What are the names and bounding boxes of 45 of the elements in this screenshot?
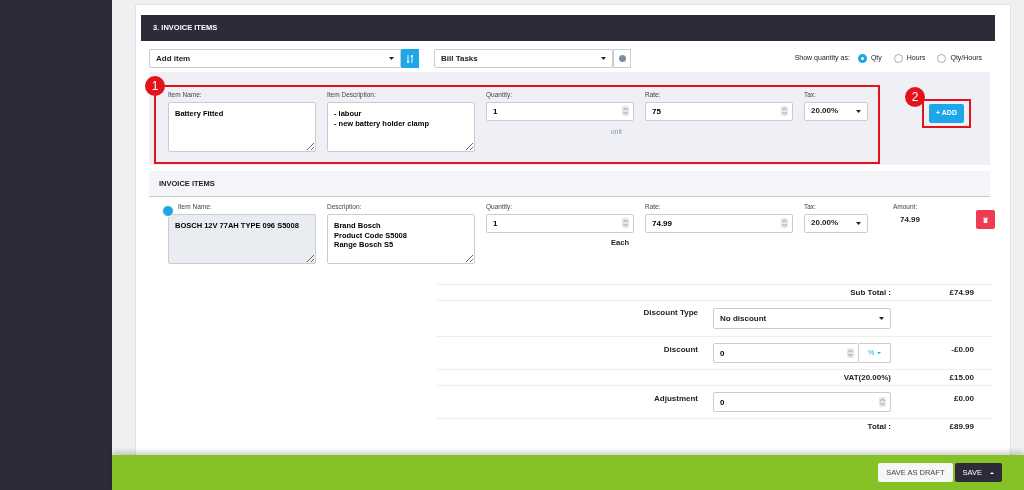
trash-icon: [983, 216, 988, 223]
tax-select[interactable]: 20.00%: [804, 213, 868, 233]
caret-icon: [879, 317, 884, 320]
total-amount: -£0.00: [951, 344, 974, 356]
number-field[interactable]: 0: [713, 392, 891, 412]
number-field[interactable]: 74.99: [645, 213, 793, 233]
total-label: VAT(20.00%): [842, 371, 891, 384]
spinner-icon[interactable]: [781, 218, 788, 229]
total-label: Adjustment: [653, 393, 698, 405]
caret-icon: [601, 57, 606, 60]
total-label: Discount: [662, 344, 698, 356]
total-label: Total :: [866, 420, 891, 433]
step-badge: 2: [905, 87, 925, 107]
number-field[interactable]: 75: [645, 101, 793, 121]
number-field[interactable]: 1: [486, 101, 634, 121]
total-label: Discount Type: [642, 307, 698, 319]
total-amount: £0.00: [953, 393, 974, 405]
caret-icon: [389, 57, 394, 60]
discount-type-select[interactable]: No discount: [713, 308, 891, 329]
step-badge: 1: [145, 76, 165, 96]
add-item-select[interactable]: Add item: [149, 49, 401, 68]
caret-icon: [856, 109, 861, 113]
caret-icon: [990, 471, 994, 474]
tax-select[interactable]: 20.00%: [804, 101, 868, 121]
total-amount: £15.00: [949, 371, 974, 384]
delete-button[interactable]: [976, 210, 995, 229]
sort-button[interactable]: [401, 49, 419, 68]
number-field[interactable]: 1: [486, 213, 634, 233]
radio-button[interactable]: [857, 54, 867, 63]
spinner-icon[interactable]: [622, 106, 629, 117]
total-amount: £89.99: [949, 420, 974, 433]
bill-tasks-select[interactable]: Bill Tasks: [434, 49, 613, 68]
spinner-icon[interactable]: [847, 348, 854, 358]
spinner-icon[interactable]: [879, 397, 886, 407]
number-field[interactable]: 0: [713, 343, 859, 363]
total-amount: £74.99: [949, 286, 974, 299]
caret-icon: [877, 352, 882, 354]
help-button[interactable]: [613, 49, 631, 68]
amount-value: 74.99: [900, 213, 922, 226]
spinner-icon[interactable]: [781, 106, 788, 117]
total-label: Sub Total :: [849, 286, 891, 299]
swap-icon: [407, 54, 413, 63]
help-icon: [618, 55, 626, 62]
spinner-icon[interactable]: [622, 218, 629, 229]
caret-icon: [856, 221, 861, 225]
